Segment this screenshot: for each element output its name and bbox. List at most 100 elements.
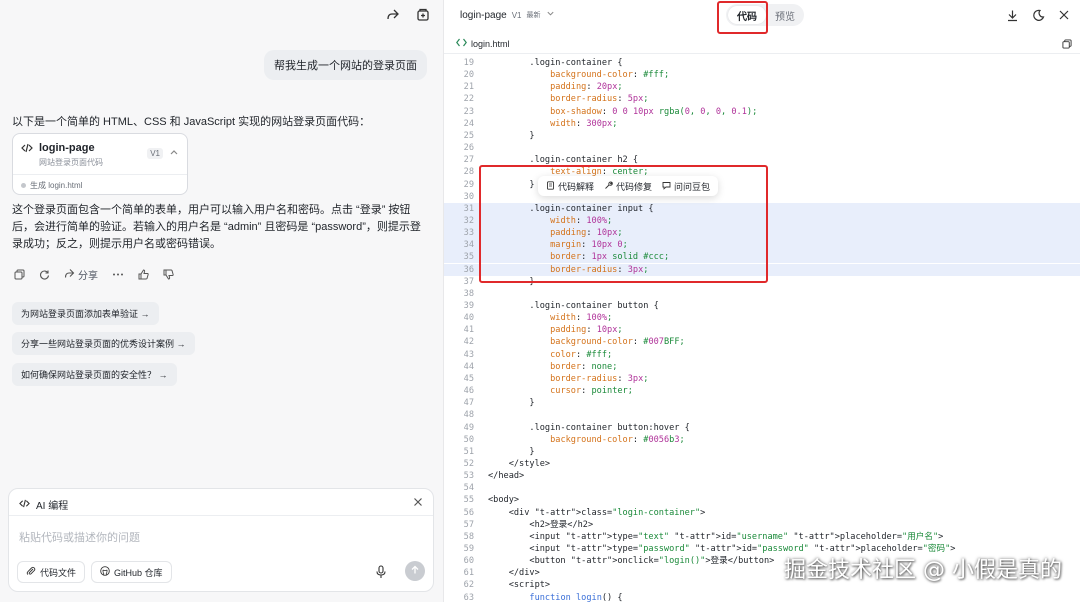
file-card-status: 生成 login.html (21, 180, 82, 191)
code-line: 51 } (444, 446, 1080, 458)
line-number: 61 (463, 568, 474, 579)
chat-top-actions (385, 7, 431, 23)
line-number: 59 (463, 544, 474, 554)
line-number: 30 (463, 191, 474, 202)
suggestion-chip[interactable]: 如何确保网站登录页面的安全性？ → (12, 363, 177, 386)
message-actions: 分享 (14, 267, 174, 282)
code-text: <script> (488, 580, 551, 591)
line-number: 60 (463, 556, 474, 567)
code-text: function login() { (529, 592, 623, 602)
code-line: 49 .login-container button:hover { (444, 422, 1080, 434)
code-line: 25 } (444, 130, 1080, 142)
microphone-icon[interactable] (375, 565, 387, 582)
line-number: 43 (463, 349, 474, 360)
code-text: .login-container { (488, 58, 623, 68)
suggestion-chip[interactable]: 分享一些网站登录页面的优秀设计案例 → (12, 332, 195, 355)
code-text: border-radius: 5px; (550, 94, 649, 105)
line-number: 49 (463, 422, 474, 433)
artifact-title[interactable]: login-page V1 最新 (460, 9, 555, 21)
code-line: 19 .login-container { (444, 57, 1080, 69)
version-badge: V1 (511, 10, 522, 20)
close-icon[interactable] (413, 496, 423, 510)
line-number: 41 (463, 325, 474, 336)
line-number: 54 (463, 483, 474, 494)
annotation-box-selection (479, 165, 768, 283)
new-chat-icon[interactable] (415, 7, 431, 23)
answer-intro: 以下是一个简单的 HTML、CSS 和 JavaScript 实现的网站登录页面… (12, 116, 371, 128)
more-icon[interactable] (112, 269, 124, 280)
divider (13, 174, 187, 175)
share-button[interactable]: 分享 (64, 267, 98, 282)
line-number: 19 (463, 58, 474, 68)
code-line: 39 .login-container button { (444, 300, 1080, 312)
version-badge: V1 (147, 148, 163, 159)
code-line: 47 } (444, 397, 1080, 409)
line-number: 36 (463, 264, 474, 275)
chevron-up-icon[interactable] (169, 146, 179, 160)
thumbs-down-icon[interactable] (163, 269, 174, 280)
line-number: 52 (463, 458, 474, 469)
line-number: 62 (463, 580, 474, 591)
code-line: 44 border: none; (444, 361, 1080, 373)
code-text: } (488, 398, 535, 409)
line-number: 21 (463, 82, 474, 93)
download-icon[interactable] (1004, 7, 1020, 23)
copy-icon[interactable] (1062, 38, 1072, 52)
line-number: 51 (463, 446, 474, 457)
line-number: 29 (463, 179, 474, 190)
code-line: 52 </style> (444, 458, 1080, 470)
close-icon[interactable] (1056, 7, 1072, 23)
code-file-button[interactable]: 代码文件 (17, 561, 86, 583)
tab-preview[interactable]: 预览 (768, 6, 802, 24)
line-number: 57 (463, 519, 474, 530)
line-number: 31 (463, 203, 474, 214)
regenerate-icon[interactable] (39, 269, 50, 280)
theme-moon-icon[interactable] (1030, 7, 1046, 23)
github-label: GitHub 仓库 (114, 567, 163, 578)
code-panel: login-page V1 最新 代码 预览 login.html 19 .lo… (444, 0, 1080, 602)
share-icon[interactable] (385, 7, 401, 23)
code-text: <input "t-attr">type="text" "t-attr">id=… (488, 531, 944, 542)
chat-panel: 帮我生成一个网站的登录页面 以下是一个简单的 HTML、CSS 和 JavaSc… (0, 0, 444, 602)
code-line: 54 (444, 482, 1080, 494)
code-text: background-color: #fff; (550, 70, 670, 81)
composer-mode-label: AI 编程 (36, 501, 69, 512)
code-line: 26 (444, 142, 1080, 154)
code-text: } (488, 446, 535, 457)
line-number: 38 (463, 288, 474, 299)
file-card-title: login-page (39, 142, 95, 154)
thumbs-up-icon[interactable] (138, 269, 149, 280)
copy-icon[interactable] (14, 269, 25, 280)
code-line: 21 padding: 20px; (444, 81, 1080, 93)
user-message: 帮我生成一个网站的登录页面 (264, 50, 427, 80)
code-editor[interactable]: 19 .login-container {20 background-color… (444, 56, 1080, 602)
code-line: 38 (444, 288, 1080, 300)
code-text: <h2>登录</h2> (488, 519, 594, 530)
code-text: box-shadow: 0 0 10px rgba(0, 0, 0, 0.1); (550, 106, 758, 117)
suggestion-chip[interactable]: 为网站登录页面添加表单验证 → (12, 302, 159, 325)
send-button[interactable] (405, 561, 425, 581)
artifact-name: login-page (460, 9, 507, 21)
github-repo-button[interactable]: GitHub 仓库 (91, 561, 172, 583)
chevron-down-icon[interactable] (546, 9, 555, 21)
line-number: 45 (463, 373, 474, 384)
code-text: <body> (488, 495, 520, 506)
code-line: 57 <h2>登录</h2> (444, 519, 1080, 531)
line-number: 50 (463, 434, 474, 445)
arrow-up-icon (410, 564, 420, 578)
code-text: </style> (488, 458, 551, 469)
line-number: 24 (463, 118, 474, 129)
paperclip-icon (26, 566, 36, 578)
file-tab[interactable]: login.html (456, 38, 510, 49)
file-card-subtitle: 网站登录页面代码 (39, 158, 103, 167)
message-input[interactable]: 粘贴代码或描述你的问题 (19, 529, 140, 545)
code-line: 58 <input "t-attr">type="text" "t-attr">… (444, 531, 1080, 543)
line-number: 40 (463, 313, 474, 324)
code-text: width: 100%; (550, 313, 613, 324)
code-text: width: 300px; (550, 118, 618, 129)
watermark: 掘金技术社区 @ 小假是真的 (784, 558, 1062, 583)
file-card[interactable]: login-page 网站登录页面代码 V1 生成 login.html (12, 133, 188, 195)
line-number: 35 (463, 252, 474, 263)
line-number: 46 (463, 386, 474, 397)
code-text: .login-container button:hover { (488, 422, 690, 433)
